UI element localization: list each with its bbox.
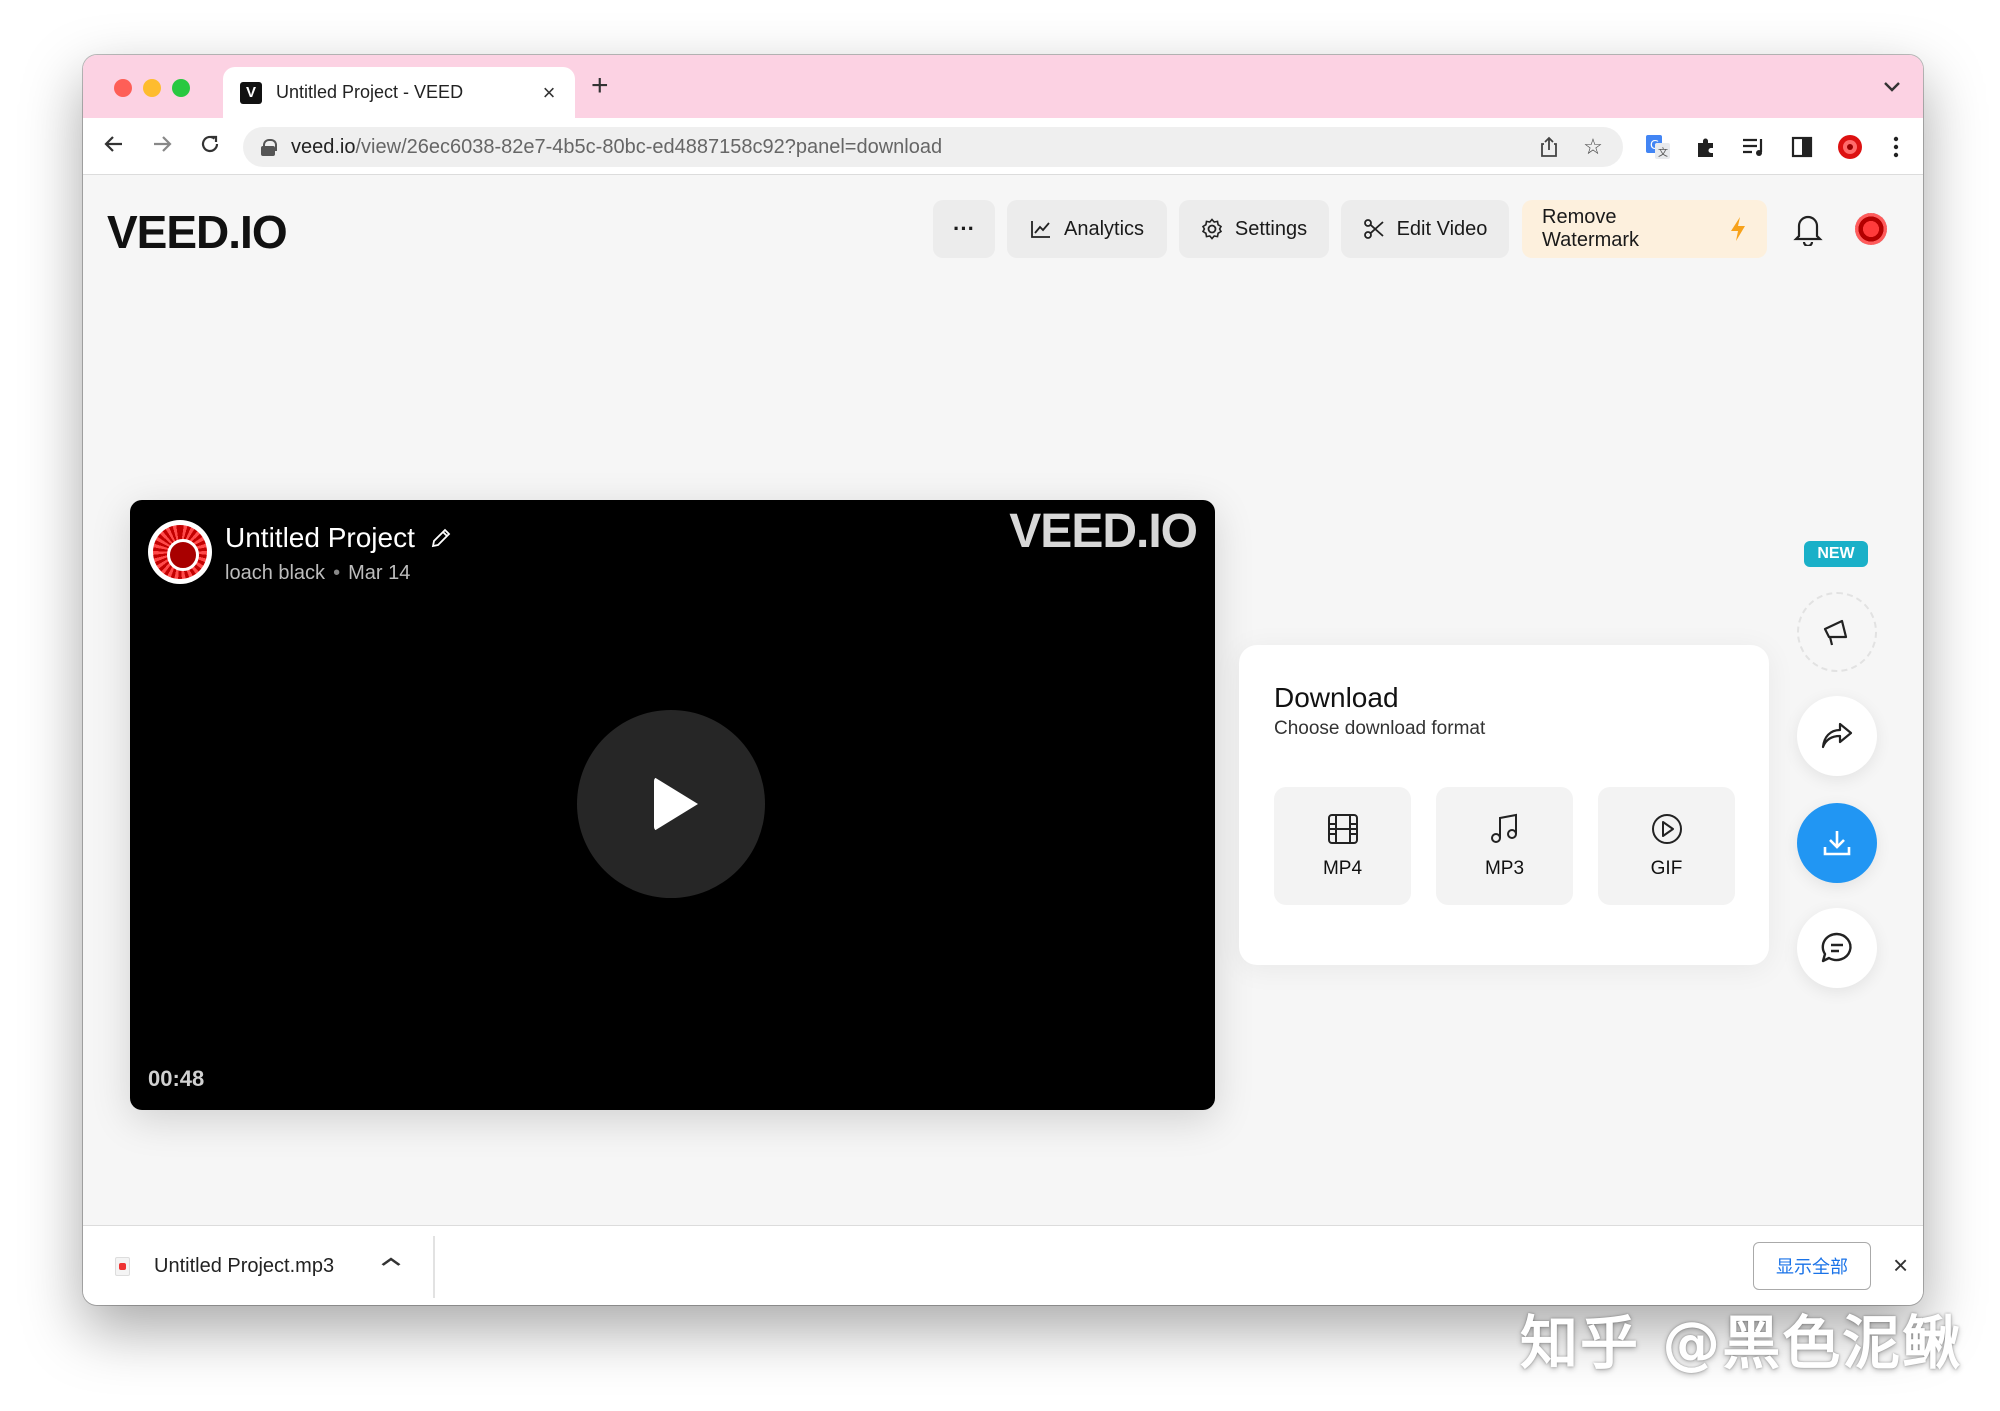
new-tab-icon[interactable]: +: [591, 69, 609, 103]
download-panel: Download Choose download format MP4 MP3 …: [1239, 645, 1769, 965]
download-icon: [1823, 831, 1851, 856]
veed-favicon-icon: V: [240, 81, 262, 104]
close-shelf-icon[interactable]: ×: [1893, 1250, 1908, 1281]
show-all-downloads-button[interactable]: 显示全部: [1753, 1242, 1871, 1290]
video-duration: 00:48: [148, 1066, 205, 1091]
analytics-chart-icon: [1031, 221, 1050, 238]
side-panel-icon[interactable]: [1787, 132, 1817, 162]
maximize-window-button[interactable]: [172, 79, 190, 97]
browser-toolbar: veed.io/view/26ec6038-82e7-4b5c-80bc-ed4…: [83, 118, 1923, 175]
edit-video-label: Edit Video: [1396, 217, 1488, 240]
extensions-puzzle-icon[interactable]: [1691, 132, 1721, 162]
play-icon: [654, 777, 698, 831]
lightning-icon: [1731, 217, 1745, 241]
settings-button[interactable]: Settings: [1179, 200, 1329, 258]
veed-page: VEED.IO ··· Analytics Settings Edit Vide…: [83, 175, 1923, 1225]
url-text[interactable]: veed.io/view/26ec6038-82e7-4b5c-80bc-ed4…: [291, 136, 1519, 159]
gif-format-button[interactable]: GIF: [1598, 787, 1735, 905]
announcements-button[interactable]: [1797, 592, 1877, 672]
forward-arrow-icon[interactable]: [145, 130, 179, 164]
back-arrow-icon[interactable]: [97, 130, 131, 164]
video-title: Untitled Project: [225, 522, 453, 554]
analytics-button[interactable]: Analytics: [1007, 200, 1167, 258]
remove-watermark-label: Remove Watermark: [1542, 206, 1640, 251]
play-button[interactable]: [577, 710, 765, 898]
download-title: Download: [1274, 682, 1399, 713]
megaphone-icon: [1823, 619, 1848, 646]
bookmark-star-icon[interactable]: ☆: [1579, 133, 1607, 161]
tab-title: Untitled Project - VEED: [276, 82, 464, 102]
minimize-window-button[interactable]: [143, 79, 161, 97]
scissors-icon: [1363, 219, 1384, 239]
share-arrow-icon: [1821, 722, 1853, 749]
mp3-label: MP3: [1484, 858, 1525, 879]
address-bar[interactable]: veed.io/view/26ec6038-82e7-4b5c-80bc-ed4…: [243, 127, 1623, 167]
share-page-icon[interactable]: [1535, 133, 1563, 161]
edit-video-button[interactable]: Edit Video: [1341, 200, 1509, 258]
mp3-format-button[interactable]: MP3: [1436, 787, 1573, 905]
creator-avatar: [148, 520, 212, 584]
tab-list-chevron-icon[interactable]: [1883, 77, 1901, 98]
new-badge: NEW: [1804, 541, 1868, 567]
mp4-format-button[interactable]: MP4: [1274, 787, 1411, 905]
film-icon: [1327, 814, 1358, 844]
shelf-divider: [433, 1236, 435, 1298]
more-options-button[interactable]: ···: [933, 200, 995, 258]
download-shelf: Untitled Project.mp3 显示全部 ×: [83, 1225, 1923, 1305]
settings-label: Settings: [1234, 217, 1308, 240]
audio-file-icon: [115, 1257, 130, 1276]
chevron-up-icon[interactable]: [380, 1250, 402, 1273]
remove-watermark-button[interactable]: Remove Watermark: [1522, 200, 1767, 258]
mp4-label: MP4: [1322, 858, 1363, 879]
video-watermark: VEED.IO: [1009, 505, 1198, 558]
title-bar: V Untitled Project - VEED × +: [83, 55, 1923, 118]
author-name: loach black: [225, 562, 326, 584]
gear-icon: [1201, 218, 1222, 240]
comments-button[interactable]: [1797, 908, 1877, 988]
veed-logo[interactable]: VEED.IO: [107, 205, 288, 259]
video-date: Mar 14: [348, 562, 411, 584]
reload-icon[interactable]: [193, 130, 227, 164]
user-avatar[interactable]: [1855, 213, 1887, 245]
zhihu-watermark: 知乎 @黑色泥鳅: [1520, 1309, 1963, 1377]
browser-tab[interactable]: V Untitled Project - VEED ×: [223, 67, 575, 118]
close-window-button[interactable]: [114, 79, 132, 97]
downloaded-file-name[interactable]: Untitled Project.mp3: [154, 1255, 334, 1278]
video-meta: loach black • Mar 14: [225, 562, 411, 584]
media-control-icon[interactable]: [1739, 132, 1769, 162]
pencil-edit-icon[interactable]: [429, 526, 453, 550]
profile-avatar-icon[interactable]: [1835, 132, 1865, 162]
svg-text:文: 文: [1658, 146, 1668, 159]
notifications-bell-icon[interactable]: [1793, 212, 1823, 251]
browser-window: V Untitled Project - VEED × + veed.io/vi…: [83, 55, 1923, 1305]
chat-bubble-icon: [1821, 932, 1852, 963]
translate-extension-icon[interactable]: G文: [1643, 132, 1673, 162]
music-note-icon: [1490, 813, 1517, 843]
browser-menu-icon[interactable]: [1881, 132, 1911, 162]
play-square-icon: [1651, 814, 1682, 844]
tab-close-icon[interactable]: ×: [537, 80, 561, 106]
lock-icon[interactable]: [261, 139, 277, 156]
gif-label: GIF: [1650, 858, 1683, 879]
analytics-label: Analytics: [1063, 217, 1145, 240]
download-button[interactable]: [1797, 803, 1877, 883]
video-player[interactable]: Untitled Project loach black • Mar 14 VEED…: [130, 500, 1215, 1110]
download-subtitle: Choose download format: [1274, 718, 1486, 739]
share-button[interactable]: [1797, 696, 1877, 776]
